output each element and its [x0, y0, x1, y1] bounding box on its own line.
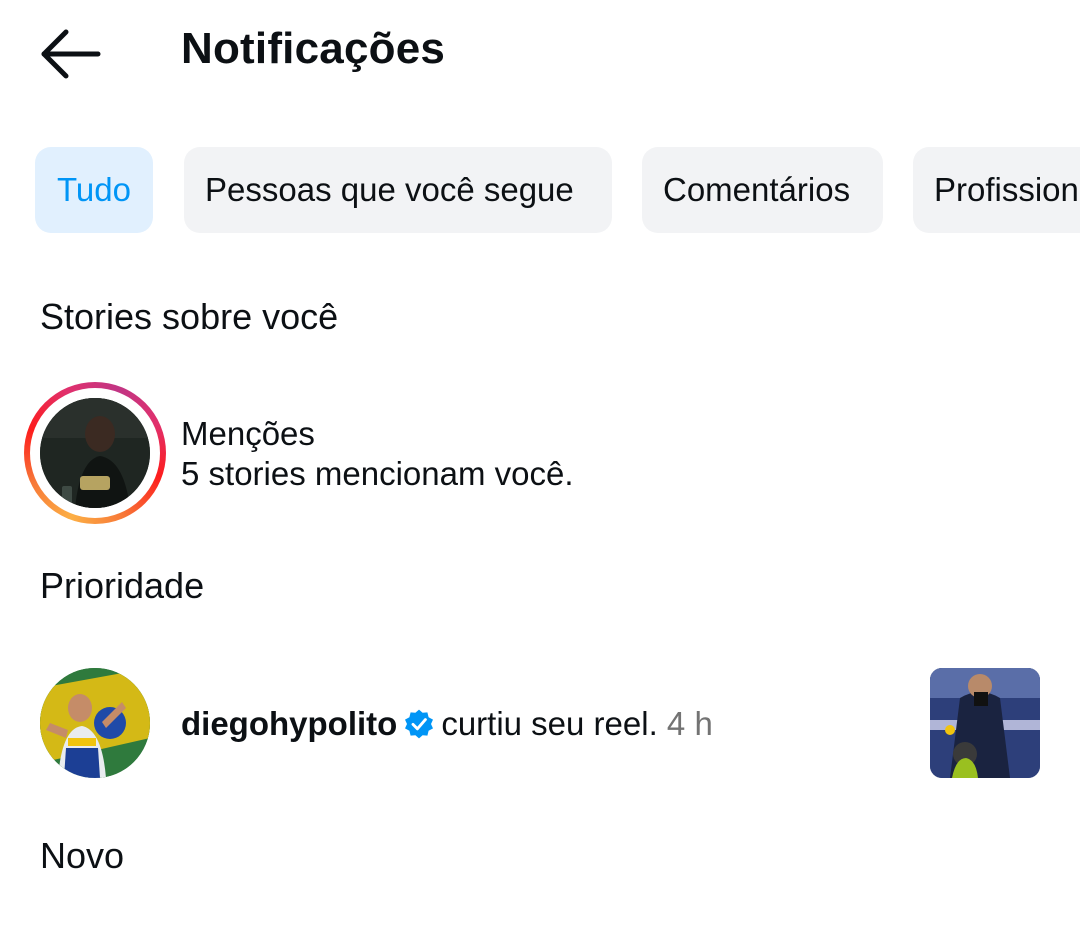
filter-chip-comments[interactable]: Comentários — [642, 147, 883, 233]
mentions-subtitle: 5 stories mencionam você. — [181, 455, 574, 492]
filter-chip-all[interactable]: Tudo — [35, 147, 153, 233]
avatar[interactable] — [40, 668, 150, 778]
notification-row[interactable]: diegohypolito curtiu seu reel. 4 h — [40, 668, 1050, 780]
notification-text: diegohypolito curtiu seu reel. 4 h — [181, 704, 713, 744]
reel-thumbnail-image — [930, 668, 1040, 778]
section-title-stories: Stories sobre você — [40, 296, 339, 337]
mentions-title: Menções — [181, 415, 315, 452]
filter-chip-verified[interactable]: Profissionais verificados — [913, 147, 1080, 233]
user-avatar-image — [40, 668, 150, 778]
section-title-priority: Prioridade — [40, 565, 205, 606]
back-button[interactable] — [32, 22, 108, 86]
notification-action: curtiu seu reel. — [441, 705, 658, 742]
mentions-text: Menções 5 stories mencionam você. — [181, 414, 574, 494]
notification-time: 4 h — [666, 705, 713, 742]
header: Notificações — [0, 0, 1080, 105]
verified-badge-icon — [405, 709, 434, 739]
filter-tabs: Tudo Pessoas que você segue Comentários … — [35, 147, 1080, 233]
section-title-new: Novo — [40, 835, 125, 876]
story-avatar — [40, 398, 150, 508]
story-thumbnail-image — [40, 398, 150, 508]
filter-chip-following[interactable]: Pessoas que você segue — [184, 147, 612, 233]
reel-thumbnail[interactable] — [930, 668, 1040, 778]
arrow-left-icon — [41, 29, 101, 79]
mentions-row[interactable]: Menções 5 stories mencionam você. — [24, 382, 1054, 524]
notifications-screen: Notificações Tudo Pessoas que você segue… — [0, 0, 1080, 938]
notification-username[interactable]: diegohypolito — [181, 705, 397, 742]
page-title: Notificações — [181, 24, 446, 73]
